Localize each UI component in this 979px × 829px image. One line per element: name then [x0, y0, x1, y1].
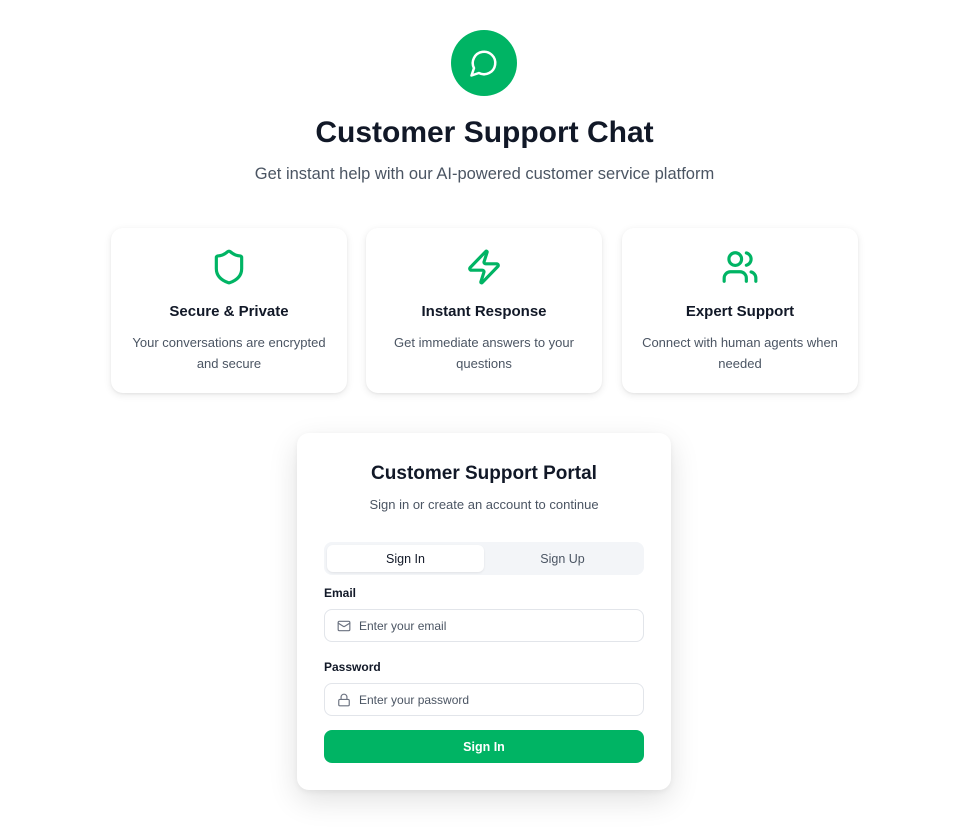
password-field-wrapper — [324, 683, 644, 716]
feature-card-secure: Secure & Private Your conversations are … — [111, 228, 347, 393]
page-title: Customer Support Chat — [315, 116, 654, 149]
chat-logo — [451, 30, 517, 96]
auth-tabs: Sign In Sign Up — [324, 542, 644, 575]
page-subtitle: Get instant help with our AI-powered cus… — [254, 165, 715, 183]
email-input[interactable] — [359, 618, 643, 633]
feature-title: Secure & Private — [169, 303, 289, 320]
lock-icon — [325, 693, 359, 707]
tab-sign-up[interactable]: Sign Up — [484, 545, 641, 572]
chat-bubble-icon — [470, 50, 497, 77]
sign-in-button[interactable]: Sign In — [324, 730, 644, 763]
password-input[interactable] — [359, 692, 643, 707]
tab-sign-in[interactable]: Sign In — [327, 545, 484, 572]
auth-card: Customer Support Portal Sign in or creat… — [297, 433, 671, 790]
portal-title: Customer Support Portal — [371, 463, 597, 484]
email-label: Email — [324, 586, 357, 600]
feature-card-instant: Instant Response Get immediate answers t… — [366, 228, 602, 393]
mail-icon — [325, 619, 359, 633]
feature-description: Get immediate answers to your questions — [394, 335, 574, 371]
feature-title: Instant Response — [421, 303, 547, 320]
users-icon — [722, 251, 758, 283]
lightning-icon — [468, 249, 500, 285]
password-label: Password — [324, 660, 381, 674]
portal-subtitle: Sign in or create an account to continue — [369, 497, 599, 512]
email-field-wrapper — [324, 609, 644, 642]
feature-title: Expert Support — [685, 303, 795, 320]
shield-icon — [214, 249, 244, 285]
feature-description: Connect with human agents when needed — [642, 335, 838, 371]
feature-card-expert: Expert Support Connect with human agents… — [622, 228, 858, 393]
page: Customer Support Chat Get instant help w… — [0, 0, 979, 829]
feature-description: Your conversations are encrypted and sec… — [132, 335, 326, 371]
